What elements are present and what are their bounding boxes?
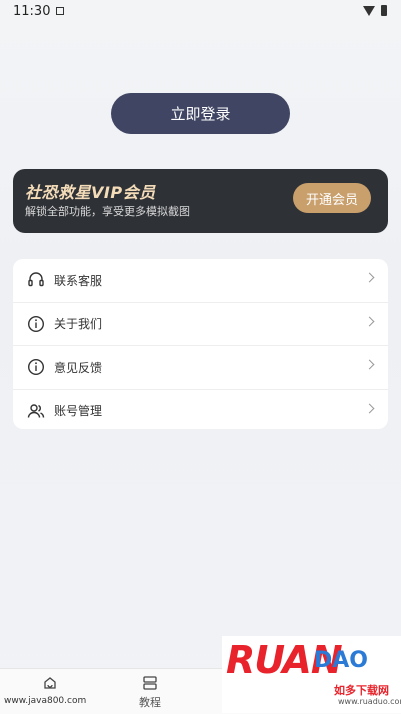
chevron-right-icon (364, 272, 375, 283)
watermark-logo: RUAN DAO 如多下载网 www.ruaduo.com (222, 636, 401, 713)
tutorial-icon (143, 676, 157, 690)
vip-subtitle: 解锁全部功能，享受更多模拟截图 (25, 205, 190, 218)
wifi-icon (363, 6, 375, 16)
status-time: 11:30 (13, 4, 51, 19)
users-icon (27, 403, 45, 418)
menu-item-label: 联系客服 (54, 273, 103, 288)
menu-item-label: 账号管理 (54, 404, 103, 419)
menu-item-account-management[interactable]: 账号管理 (13, 388, 388, 430)
watermark-url: www.java800.com (4, 696, 87, 706)
vip-title: 社恐救星VIP会员 (25, 183, 156, 202)
open-vip-button[interactable]: 开通会员 (293, 183, 371, 213)
info-icon (27, 358, 45, 376)
headset-icon (28, 272, 44, 287)
info-icon (27, 315, 45, 332)
menu-item-label: 意见反馈 (54, 360, 103, 375)
logo-text-chinese: 如多下载网 (334, 684, 389, 697)
logo-url: www.ruaduo.com (338, 697, 401, 706)
vip-banner[interactable]: 社恐救星VIP会员 解锁全部功能，享受更多模拟截图 开通会员 (13, 169, 388, 233)
chevron-right-icon (364, 403, 375, 413)
status-bar: 11:30 (0, 0, 401, 24)
tab-label: 教程 (139, 696, 161, 709)
tab-home[interactable] (20, 669, 80, 714)
home-icon (44, 677, 56, 689)
menu-item-feedback[interactable]: 意见反馈 (13, 345, 388, 389)
logo-text-secondary: DAO (314, 648, 368, 673)
menu-item-about-us[interactable]: 关于我们 (13, 301, 388, 346)
menu-item-contact-support[interactable]: 联系客服 (13, 259, 388, 302)
login-button[interactable]: 立即登录 (111, 93, 290, 134)
chevron-right-icon (364, 316, 375, 326)
notification-icon (56, 7, 64, 15)
menu-item-label: 关于我们 (54, 317, 103, 332)
tab-tutorial[interactable]: 教程 (120, 669, 180, 714)
chevron-right-icon (364, 359, 375, 370)
settings-menu: 联系客服 关于我们 意见反馈 账号管理 (13, 259, 388, 429)
battery-icon (381, 5, 387, 16)
